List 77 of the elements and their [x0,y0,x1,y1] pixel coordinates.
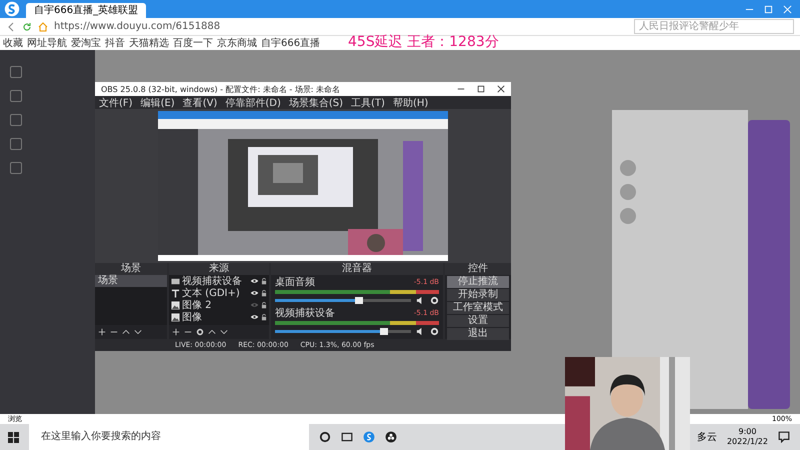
lock-icon[interactable] [261,290,267,296]
source-item[interactable]: 视频捕获设备 [182,274,248,288]
menu-item[interactable]: 查看(V) [182,96,218,110]
task-view-icon[interactable] [341,431,353,443]
control-button[interactable]: 停止推流 [447,276,509,288]
menu-item[interactable]: 场景集合(S) [288,96,344,110]
down-icon[interactable] [134,328,142,336]
control-button[interactable]: 退出 [447,328,509,340]
bookmark-link[interactable]: 收藏 [3,36,23,50]
back-icon[interactable] [6,22,16,32]
settings-icon[interactable] [430,296,439,305]
search-field[interactable]: 在这里输入你要搜索的内容 [29,424,309,450]
clock-date[interactable]: 2022/1/22 [726,437,768,447]
avatar-icon [620,160,636,176]
control-button[interactable]: 开始录制 [447,289,509,301]
menu-item[interactable]: 文件(F) [99,96,133,110]
refresh-icon[interactable] [22,22,32,32]
lock-icon[interactable] [261,302,267,308]
bookmark-link[interactable]: 百度一下 [173,36,213,50]
camera-icon [171,276,180,286]
menu-item[interactable]: 工具(T) [351,96,385,110]
windows-icon[interactable] [8,432,19,442]
maximize-icon[interactable] [477,85,485,93]
eye-icon[interactable] [250,314,259,320]
menu-item[interactable]: 停靠部件(D) [225,96,281,110]
down-icon[interactable] [220,328,228,336]
notification-icon[interactable] [778,431,790,443]
menu-item[interactable]: 编辑(E) [140,96,175,110]
control-button[interactable]: 工作室模式 [447,302,509,314]
browser-logo-icon [4,1,20,17]
scene-item[interactable]: 场景 [95,275,167,287]
bookmark-link[interactable]: 京东商城 [217,36,257,50]
obs-icon[interactable] [385,431,397,443]
settings-icon[interactable] [196,328,204,336]
up-icon[interactable] [208,328,216,336]
source-item[interactable]: 图像 2 [182,298,248,312]
weather-text[interactable]: 多云 [696,430,717,444]
channel-name: 视频捕获设备 [275,308,335,319]
slider-thumb[interactable] [355,297,364,304]
lock-icon[interactable] [261,278,267,284]
stream-caption: 45S延迟 王者：1283分 [348,33,499,51]
volume-slider[interactable] [275,330,411,333]
dock-title: 混音器 [271,263,443,275]
dock-title: 来源 [169,263,269,275]
dock-title: 场景 [95,263,167,275]
source-item[interactable]: 图像 [182,310,248,324]
up-icon[interactable] [122,328,130,336]
image-icon [171,300,180,310]
volume-slider[interactable] [275,299,411,302]
close-icon[interactable] [497,85,505,93]
bookmark-link[interactable]: 爱淘宝 [71,36,101,50]
image-icon [171,312,180,322]
bookmark-link[interactable]: 网址导航 [27,36,67,50]
menu-item[interactable]: 帮助(H) [392,96,428,110]
dock-title: 控件 [445,263,511,275]
window-title: OBS 25.0.8 (32-bit, windows) - 配置文件: 未命名 - 场景: 未命名 [101,84,340,94]
lock-icon[interactable] [261,314,267,320]
add-icon[interactable] [98,328,106,336]
browser-tab[interactable]: 自宇666直播_英雄联盟 [26,3,146,18]
bookmark-link[interactable]: 自宇666直播 [261,36,320,50]
avatar-icon [620,184,636,200]
source-item[interactable]: 文本 (GDI+) [182,286,248,300]
control-button[interactable]: 设置 [447,315,509,327]
bookmark-link[interactable]: 天猫精选 [129,36,169,50]
eye-icon[interactable] [250,290,259,296]
avatar-icon [620,208,636,224]
browser-icon[interactable] [363,431,375,443]
bookmark-link[interactable]: 抖音 [105,36,125,50]
address-field[interactable]: https://www.douyu.com/6151888 [54,21,628,32]
settings-icon[interactable] [430,327,439,336]
clock-time[interactable]: 9:00 [738,427,756,437]
text-icon [171,288,180,298]
slider-thumb[interactable] [380,328,388,335]
eye-icon[interactable] [250,278,259,284]
add-icon[interactable] [172,328,180,336]
channel-name: 桌面音频 [275,277,315,288]
circle-icon[interactable] [319,431,331,443]
